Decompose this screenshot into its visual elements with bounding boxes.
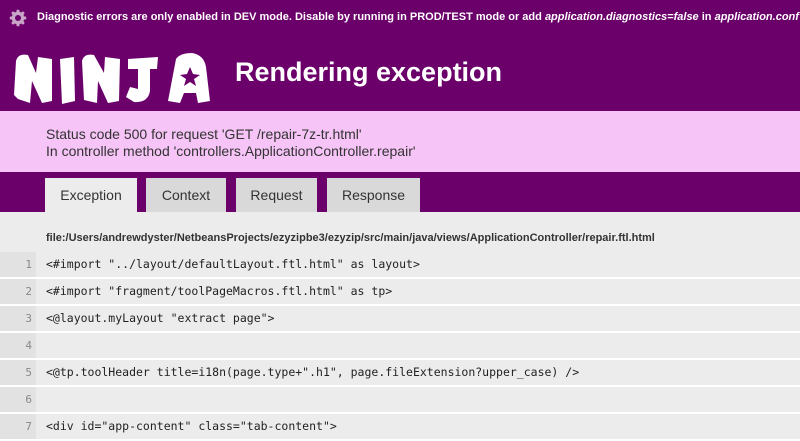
line-number: 1 bbox=[0, 252, 36, 277]
status-request-line: Status code 500 for request 'GET /repair… bbox=[46, 126, 362, 142]
line-number: 3 bbox=[0, 306, 36, 331]
code-text: <@layout.myLayout "extract page"> bbox=[46, 311, 275, 325]
line-number: 7 bbox=[0, 414, 36, 439]
template-file-path: file:/Users/andrewdyster/NetbeansProject… bbox=[46, 232, 655, 244]
line-number: 2 bbox=[0, 279, 36, 304]
tab-response[interactable]: Response bbox=[327, 178, 420, 212]
line-number: 6 bbox=[0, 387, 36, 412]
code-line: 6 bbox=[0, 387, 800, 414]
ninja-logo bbox=[14, 53, 210, 104]
line-number: 4 bbox=[0, 333, 36, 358]
source-code-listing: 1 <#import "../layout/defaultLayout.ftl.… bbox=[0, 252, 800, 441]
gear-icon bbox=[9, 9, 27, 27]
code-text: <#import "fragment/toolPageMacros.ftl.ht… bbox=[46, 284, 393, 298]
diagnostic-message: Diagnostic errors are only enabled in DE… bbox=[37, 11, 799, 23]
tab-bar: Exception Context Request Response bbox=[0, 172, 800, 212]
code-text: <#import "../layout/defaultLayout.ftl.ht… bbox=[46, 257, 420, 271]
diagnostic-bar: Diagnostic errors are only enabled in DE… bbox=[0, 0, 800, 37]
page-header: Rendering exception bbox=[0, 37, 800, 111]
code-line: 4 bbox=[0, 333, 800, 360]
code-text: <@tp.toolHeader title=i18n(page.type+".h… bbox=[46, 365, 580, 379]
status-panel: Status code 500 for request 'GET /repair… bbox=[0, 111, 800, 172]
tab-exception[interactable]: Exception bbox=[45, 178, 137, 212]
code-line: 3 <@layout.myLayout "extract page"> bbox=[0, 306, 800, 333]
code-line: 5 <@tp.toolHeader title=i18n(page.type+"… bbox=[0, 360, 800, 387]
code-line: 7 <div id="app-content" class="tab-conte… bbox=[0, 414, 800, 441]
code-text: <div id="app-content" class="tab-content… bbox=[46, 419, 337, 433]
tab-context[interactable]: Context bbox=[146, 178, 226, 212]
page-title: Rendering exception bbox=[235, 57, 503, 87]
line-number: 5 bbox=[0, 360, 36, 385]
code-line: 2 <#import "fragment/toolPageMacros.ftl.… bbox=[0, 279, 800, 306]
tab-request[interactable]: Request bbox=[236, 178, 317, 212]
status-controller-line: In controller method 'controllers.Applic… bbox=[46, 143, 416, 159]
code-line: 1 <#import "../layout/defaultLayout.ftl.… bbox=[0, 252, 800, 279]
